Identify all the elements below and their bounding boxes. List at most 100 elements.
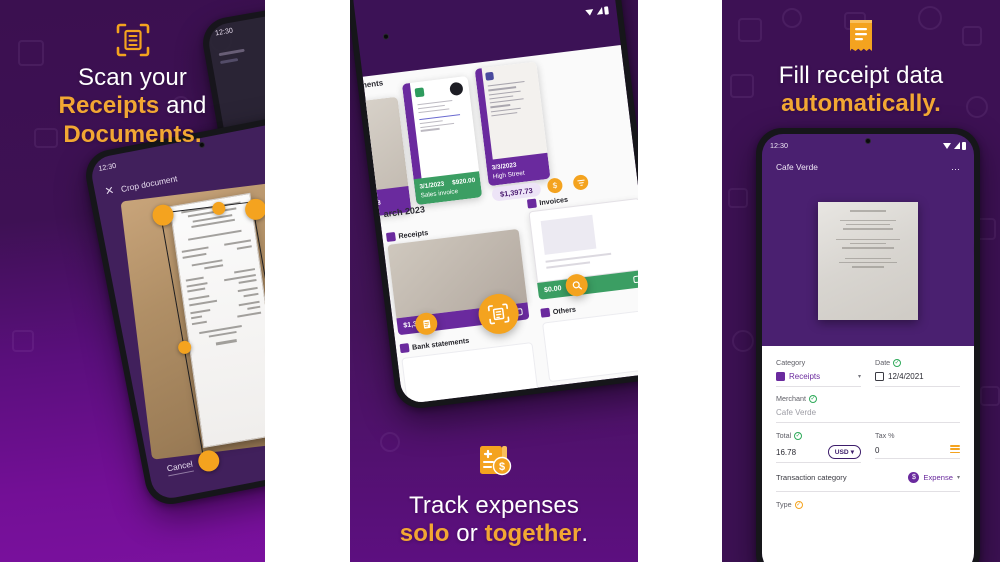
svg-text:$: $ — [499, 461, 505, 473]
field-tax: Tax % 0 — [875, 431, 960, 463]
phone2-statusbar — [357, 1, 617, 48]
folder-name: Receipts — [397, 227, 429, 241]
list-icon[interactable] — [950, 445, 960, 455]
folder-name: Invoices — [538, 194, 569, 208]
headline-line1: Fill receipt data — [778, 62, 944, 89]
form-row-category-date: Category Receipts ▾ Date ✓ 12/4/2021 — [776, 358, 960, 387]
calendar-icon — [875, 372, 884, 381]
headline-accent-solo: solo — [399, 520, 450, 548]
panel-divider-1 — [265, 0, 350, 562]
category-icon — [776, 372, 785, 381]
coin-icon[interactable]: $ — [546, 177, 564, 194]
merchant-label: Merchant — [776, 394, 806, 403]
front-camera-icon — [865, 138, 871, 144]
transaction-category-value: Expense — [923, 473, 953, 482]
filter-icon[interactable] — [572, 174, 590, 191]
type-label-wrap: Type ✓ — [776, 500, 960, 509]
chevron-down-icon: ▾ — [850, 449, 854, 456]
panel-fill-receipt-data: Fill receipt data automatically. 12:30 C… — [722, 0, 1000, 562]
folder-icon — [540, 307, 551, 318]
transaction-category-label: Transaction category — [776, 473, 847, 482]
tax-value-row[interactable]: 0 — [875, 445, 960, 460]
field-total: Total ✓ 16.78 USD ▾ — [776, 431, 861, 463]
field-transaction-category[interactable]: Transaction category $ Expense ▾ — [776, 469, 960, 492]
headline-and: and — [159, 92, 207, 120]
camera-icon[interactable] — [633, 275, 638, 284]
date-label-wrap: Date ✓ — [875, 358, 960, 367]
receipt-thumbnail[interactable] — [818, 202, 918, 320]
signal-icon — [953, 142, 960, 149]
folder-thumb-invoices[interactable] — [528, 197, 638, 283]
wifi-icon — [585, 8, 594, 16]
document-scan-icon — [115, 22, 151, 63]
pending-check-icon: ✓ — [794, 500, 803, 509]
headline-accent-together: together — [484, 520, 582, 548]
date-value-row[interactable]: 12/4/2021 — [875, 372, 960, 387]
signal-icon — [595, 7, 603, 15]
panel2-headline: Track expenses solo or together. — [350, 492, 638, 549]
cancel-button[interactable]: Cancel — [165, 458, 194, 476]
headline-period: . — [934, 90, 941, 118]
feature-graphic-root: Scan your Receipts and Documents. 12:30 … — [0, 0, 1000, 562]
verified-check-icon: ✓ — [808, 394, 817, 403]
chevron-down-icon[interactable]: ▾ — [858, 373, 861, 380]
field-merchant: Merchant ✓ Cafe Verde — [776, 394, 960, 423]
receipt-form: Category Receipts ▾ Date ✓ 12/4/2021 Mer… — [762, 346, 974, 562]
total-label: Total — [776, 431, 792, 440]
folder-thumb-bank[interactable] — [401, 342, 540, 405]
section-partial-label: ments — [359, 78, 384, 91]
headline-or: or — [449, 520, 485, 548]
expenses-book-dollar-icon: $ — [474, 440, 514, 485]
phone3-screen: 12:30 Cafe Verde ⋯ Category Receipts ▾ D… — [762, 134, 974, 562]
panel-divider-2 — [638, 0, 722, 562]
battery-icon — [962, 141, 966, 150]
headline-accent-receipts: Receipts — [58, 92, 160, 120]
currency-value: USD — [834, 448, 849, 456]
page-title: Cafe Verde — [776, 162, 818, 172]
wifi-icon — [943, 142, 951, 149]
phone2-screen: ments $36.78 — [351, 0, 638, 405]
merchant-value: Cafe Verde — [776, 408, 817, 417]
tax-value: 0 — [875, 445, 880, 455]
document-card[interactable]: 3/3/2023 High Street — [474, 61, 551, 187]
headline-period: . — [194, 120, 202, 148]
category-value-row[interactable]: Receipts ▾ — [776, 372, 861, 387]
date-label: Date — [875, 358, 891, 367]
verified-check-icon: ✓ — [794, 431, 803, 440]
folder-amount: $0.00 — [543, 285, 562, 295]
folder-name: Bank statements — [411, 335, 470, 352]
currency-selector[interactable]: USD ▾ — [827, 445, 861, 459]
panel1-headline: Scan your Receipts and Documents. — [0, 64, 265, 149]
document-card[interactable]: 3/1/2023 $920.00 Sales invoice — [401, 75, 483, 206]
headline-accent-documents: Documents — [63, 120, 195, 148]
close-icon[interactable]: ✕ — [104, 184, 115, 198]
headline-line1: Scan your — [78, 64, 187, 91]
transaction-category-value-row[interactable]: $ Expense ▾ — [908, 472, 960, 483]
panel-scan-receipts: Scan your Receipts and Documents. 12:30 … — [0, 0, 265, 562]
panel-track-expenses: ments $36.78 — [350, 0, 638, 562]
folder-icon — [385, 231, 396, 242]
overflow-menu-icon[interactable]: ⋯ — [951, 164, 961, 175]
folder-icon — [399, 343, 410, 354]
category-label: Category — [776, 358, 806, 367]
field-category: Category Receipts ▾ — [776, 358, 861, 387]
phone-documents-list: ments $36.78 — [350, 0, 638, 411]
folder-name: Others — [552, 304, 577, 317]
phone3-clock: 12:30 — [770, 141, 788, 150]
merchant-input[interactable]: Cafe Verde — [776, 408, 960, 423]
phone-receipt-details: 12:30 Cafe Verde ⋯ Category Receipts ▾ D… — [756, 128, 980, 562]
folder-icon — [526, 198, 537, 209]
total-label-wrap: Total ✓ — [776, 431, 861, 440]
headline-accent-automatically: automatically — [781, 90, 935, 118]
documents-content: ments $36.78 — [351, 45, 638, 405]
form-row-total-tax: Total ✓ 16.78 USD ▾ Tax % 0 — [776, 431, 960, 463]
merchant-label-wrap: Merchant ✓ — [776, 394, 960, 403]
tax-label: Tax % — [875, 431, 895, 440]
total-value-row[interactable]: 16.78 USD ▾ — [776, 445, 861, 463]
folder-label-others[interactable]: Others — [540, 305, 576, 318]
headline-period: . — [581, 520, 589, 548]
folder-thumb-others[interactable] — [542, 309, 638, 383]
verified-check-icon: ✓ — [893, 358, 902, 367]
chevron-down-icon: ▾ — [956, 475, 960, 481]
headline-line1: Track expenses — [409, 492, 579, 519]
